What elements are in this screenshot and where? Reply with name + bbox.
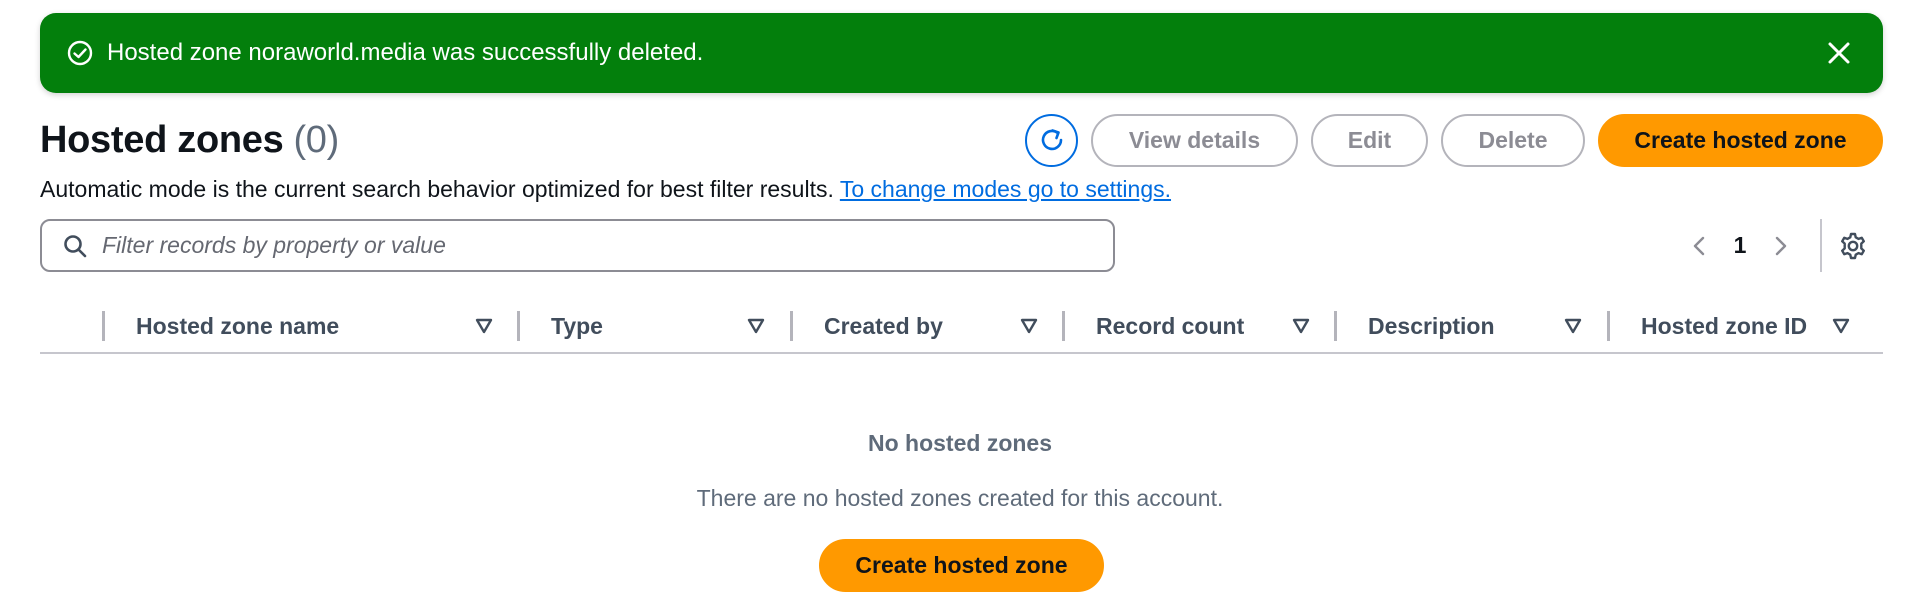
flash-message: Hosted zone noraworld.media was successf… bbox=[107, 39, 704, 66]
sort-icon[interactable] bbox=[1290, 315, 1312, 337]
column-divider bbox=[1334, 311, 1337, 341]
filter-box bbox=[40, 219, 1115, 272]
pagination: 1 bbox=[1680, 219, 1870, 272]
empty-create-hosted-zone-button[interactable]: Create hosted zone bbox=[819, 539, 1104, 592]
page-header: Hosted zones (0) View details Edit Delete… bbox=[40, 113, 1883, 167]
empty-state-description: There are no hosted zones created for th… bbox=[696, 485, 1224, 511]
edit-button[interactable]: Edit bbox=[1311, 113, 1428, 167]
check-circle-icon bbox=[66, 39, 94, 67]
column-divider bbox=[102, 311, 105, 341]
sort-icon[interactable] bbox=[745, 315, 767, 337]
delete-button[interactable]: Delete bbox=[1441, 113, 1585, 167]
hosted-zone-count: (0) bbox=[293, 118, 339, 161]
filter-input[interactable] bbox=[102, 232, 1093, 259]
header-actions: View details Edit Delete Create hosted z… bbox=[1025, 113, 1883, 167]
view-details-button[interactable]: View details bbox=[1091, 113, 1298, 167]
page-title-text: Hosted zones bbox=[40, 118, 284, 161]
sort-icon[interactable] bbox=[1830, 315, 1852, 337]
search-mode-text: Automatic mode is the current search beh… bbox=[40, 176, 834, 202]
gear-icon[interactable] bbox=[1836, 229, 1870, 263]
column-divider bbox=[1607, 311, 1610, 341]
refresh-icon bbox=[1037, 125, 1067, 155]
empty-state-heading: No hosted zones bbox=[867, 430, 1052, 456]
column-label: Created by bbox=[824, 312, 943, 339]
column-label: Hosted zone name bbox=[136, 312, 340, 339]
success-flash-banner: Hosted zone noraworld.media was successf… bbox=[40, 13, 1883, 93]
table-header: Hosted zone name Type Created by Record … bbox=[40, 298, 1883, 354]
create-hosted-zone-button[interactable]: Create hosted zone bbox=[1598, 113, 1883, 167]
sort-icon[interactable] bbox=[473, 315, 495, 337]
page-title: Hosted zones (0) bbox=[40, 119, 339, 162]
settings-link[interactable]: To change modes go to settings. bbox=[840, 176, 1171, 202]
close-icon[interactable] bbox=[1825, 39, 1853, 67]
column-label: Description bbox=[1368, 312, 1495, 339]
column-label: Record count bbox=[1096, 312, 1245, 339]
refresh-button[interactable] bbox=[1025, 113, 1078, 167]
chevron-right-icon[interactable] bbox=[1760, 226, 1800, 266]
column-divider bbox=[1062, 311, 1065, 341]
current-page[interactable]: 1 bbox=[1720, 232, 1760, 259]
column-divider bbox=[517, 311, 520, 341]
column-label: Hosted zone ID bbox=[1641, 312, 1808, 339]
sort-icon[interactable] bbox=[1562, 315, 1584, 337]
column-label: Type bbox=[551, 312, 603, 339]
search-icon bbox=[62, 233, 88, 259]
column-divider bbox=[790, 311, 793, 341]
empty-state: No hosted zones There are no hosted zone… bbox=[0, 430, 1920, 592]
pager-divider bbox=[1820, 219, 1822, 272]
sort-icon[interactable] bbox=[1018, 315, 1040, 337]
search-mode-info: Automatic mode is the current search beh… bbox=[40, 176, 1171, 203]
chevron-left-icon[interactable] bbox=[1680, 226, 1720, 266]
